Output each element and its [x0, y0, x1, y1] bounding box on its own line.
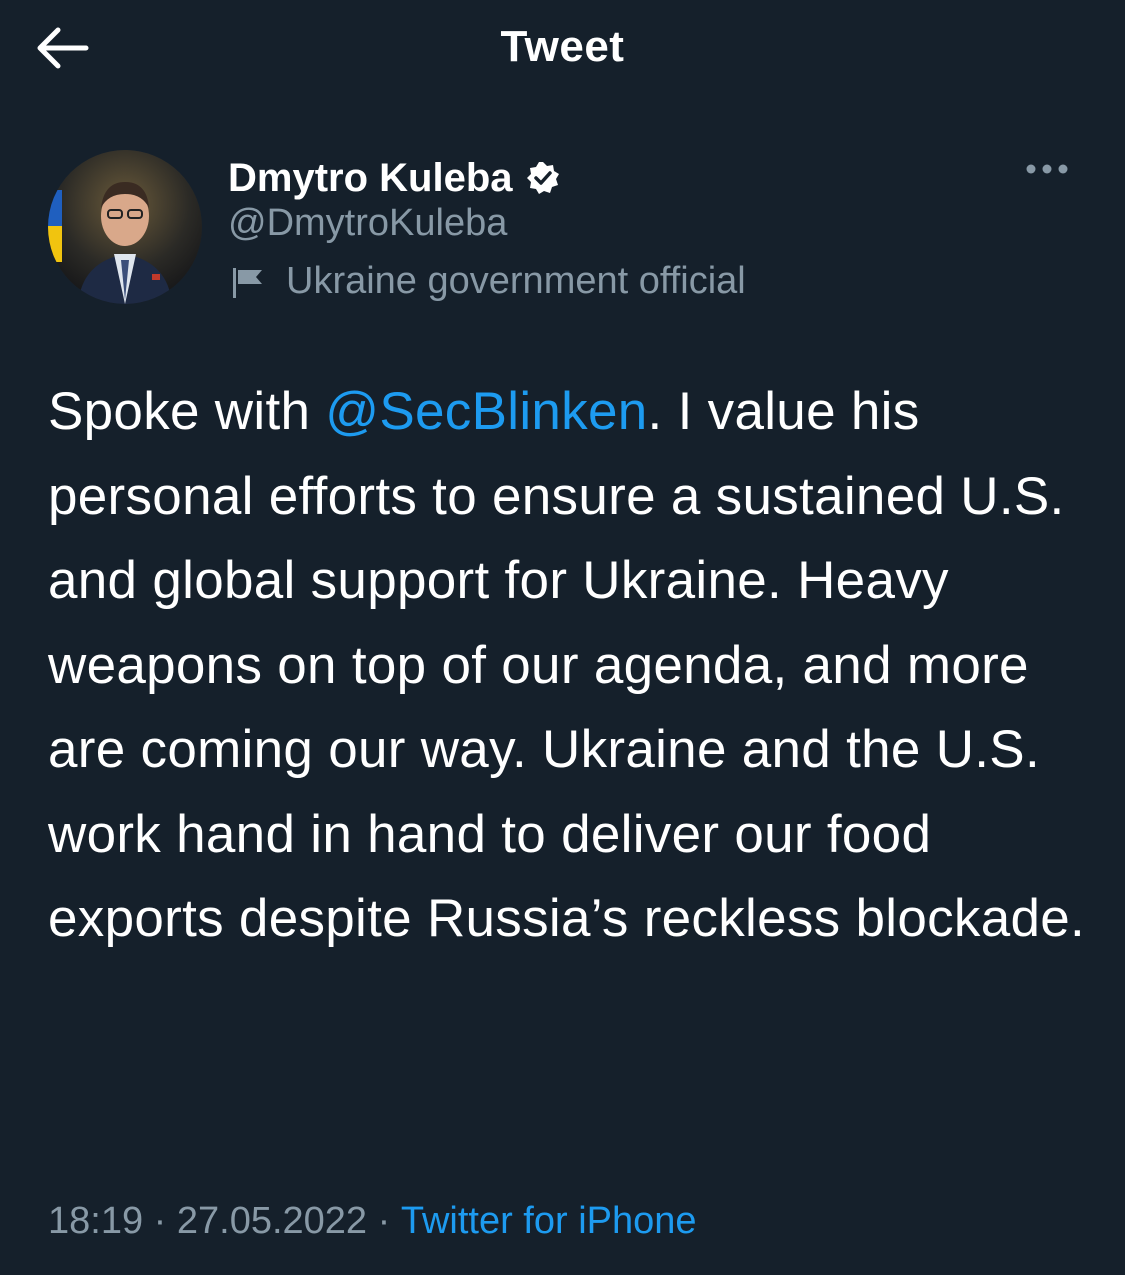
tweet-text-start: Spoke with — [48, 382, 326, 441]
mention-link[interactable]: @SecBlinken — [325, 382, 647, 441]
verified-badge-icon — [526, 162, 559, 194]
meta-separator: · — [367, 1200, 401, 1242]
tweet-text: Spoke with @SecBlinken. I value his pers… — [48, 370, 1088, 962]
tweet-meta: 18:19 · 27.05.2022 · Twitter for iPhone — [48, 1200, 697, 1243]
author-name-row: Dmytro Kuleba — [228, 150, 561, 206]
author-header: Dmytro Kuleba @DmytroKuleba Ukraine gove… — [48, 150, 1078, 310]
more-horizontal-icon — [1026, 164, 1068, 174]
top-bar: Tweet — [0, 0, 1125, 100]
tweet-source-link[interactable]: Twitter for iPhone — [401, 1200, 697, 1243]
government-label[interactable]: Ukraine government official — [228, 260, 746, 303]
page-title: Tweet — [500, 22, 625, 71]
flag-icon — [233, 267, 262, 298]
tweet-text-rest: . I value his personal efforts to ensure… — [48, 382, 1086, 948]
tweet-time: 18:19 — [48, 1200, 144, 1242]
meta-separator: · — [143, 1200, 177, 1242]
author-handle[interactable]: @DmytroKuleba — [228, 202, 507, 245]
author-name[interactable]: Dmytro Kuleba — [228, 156, 513, 201]
tweet-date: 27.05.2022 — [176, 1200, 368, 1242]
avatar[interactable] — [48, 150, 202, 304]
label-text: Ukraine government official — [286, 260, 746, 302]
more-options-button[interactable] — [1022, 154, 1072, 184]
